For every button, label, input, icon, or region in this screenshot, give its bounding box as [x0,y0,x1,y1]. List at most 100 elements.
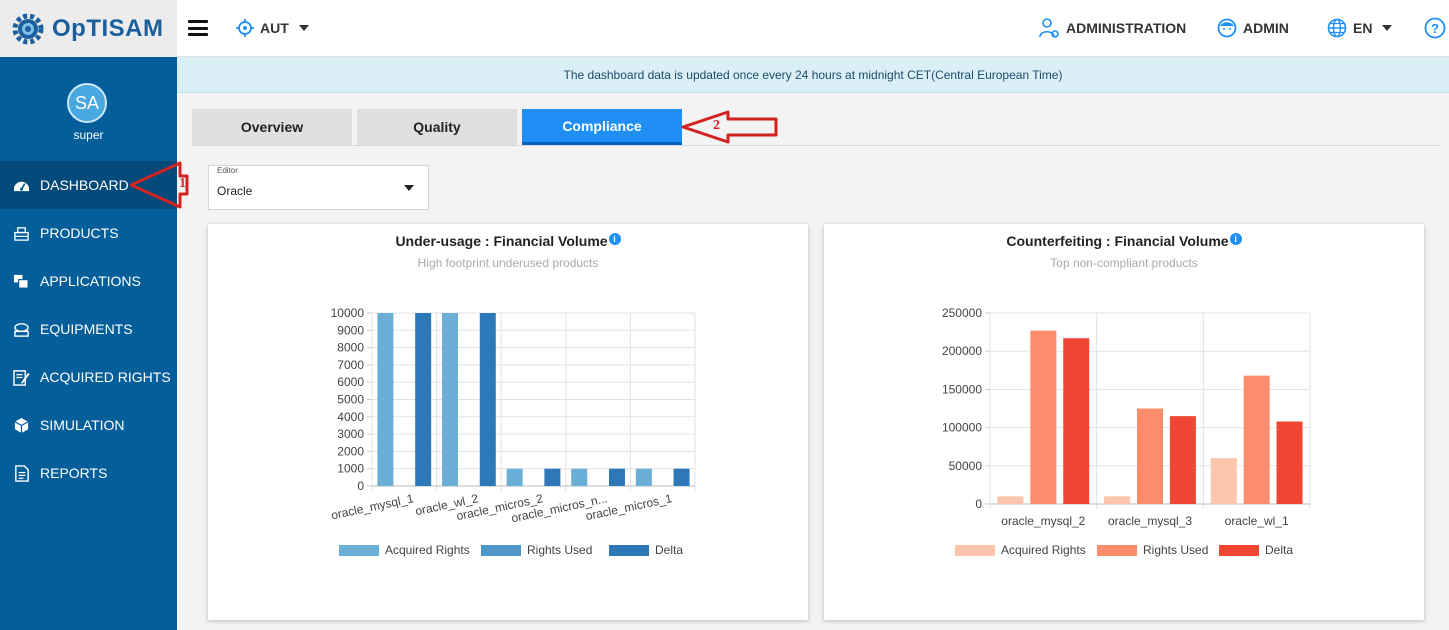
dashboard-tabs: Overview Quality Compliance [192,109,687,145]
administration-label: ADMINISTRATION [1066,20,1187,36]
y-tick-label: 250000 [942,306,982,320]
y-tick-label: 200000 [942,344,982,358]
legend-label: Rights Used [527,543,592,557]
legend-label: Acquired Rights [1001,543,1086,557]
bar [571,468,588,486]
bar [1030,330,1057,504]
language-label: EN [1353,20,1373,36]
counterfeiting-card: Counterfeiting : Financial Volume i Top n… [824,224,1424,620]
sidebar-item-reports[interactable]: REPORTS [0,449,177,497]
sidebar-item-acquired-rights[interactable]: ACQUIRED RIGHTS [0,353,177,401]
y-tick-label: 5000 [337,393,364,407]
editor-value: Oracle [217,184,253,198]
tab-overview[interactable]: Overview [192,109,352,145]
avatar[interactable]: SA [67,83,107,123]
sidebar-item-label: PRODUCTS [40,225,119,241]
reports-icon [13,464,30,482]
user-settings-icon [1039,18,1059,38]
sidebar: SA super DASHBOARD PRODUCTS APPLICATIONS… [0,57,177,630]
bar [1063,338,1090,504]
sidebar-item-label: APPLICATIONS [40,273,141,289]
bar [377,313,394,486]
sidebar-item-label: ACQUIRED RIGHTS [40,369,171,385]
annotation-number-2: 2 [713,118,720,133]
globe-icon [1327,18,1347,38]
bar [479,313,496,486]
menu-toggle-icon[interactable] [188,20,208,36]
y-tick-label: 0 [357,479,364,493]
language-selector[interactable]: EN [1327,16,1393,40]
legend-label: Delta [655,543,683,557]
bar [1104,496,1131,504]
y-tick-label: 6000 [337,375,364,389]
chevron-down-icon [404,185,414,191]
y-tick-label: 1000 [337,462,364,476]
y-tick-label: 100000 [942,421,982,435]
sidebar-item-label: SIMULATION [40,417,125,433]
counterfeiting-chart: 0 50000 100000 150000 200000 250000 oracle_mys… [942,306,1311,557]
chevron-down-icon [298,25,309,31]
sidebar-item-label: REPORTS [40,465,108,481]
annotation-arrow-2 [681,110,778,144]
user-face-icon [1217,18,1237,38]
editor-select[interactable]: Editor Oracle [208,165,429,210]
tab-quality[interactable]: Quality [357,109,517,145]
help-icon: ? [1424,17,1446,39]
equipments-icon [13,321,30,338]
info-banner: The dashboard data is updated once every… [177,57,1449,93]
bar [544,468,561,486]
bar [1210,458,1237,504]
tab-compliance[interactable]: Compliance [522,109,682,145]
y-tick-label: 9000 [337,323,364,337]
y-tick-label: 50000 [949,459,983,473]
under-usage-chart: 0 1000 2000 3000 4000 5000 6000 7000 8000 9000 100… [330,306,696,557]
scope-selector[interactable]: AUT [236,16,309,40]
legend-swatch [339,545,379,556]
under-usage-card: Under-usage : Financial Volume i High foo… [208,224,808,620]
legend-swatch [481,545,521,556]
y-tick-label: 150000 [942,382,982,396]
y-tick-label: 10000 [331,306,365,320]
y-tick-label: 3000 [337,427,364,441]
legend-label: Delta [1265,543,1293,557]
bar [506,468,523,486]
legend-swatch [955,545,995,556]
gear-logo-icon [12,13,44,44]
x-tick-label: oracle_mysql_3 [1108,514,1192,528]
legend-swatch [609,545,649,556]
help-button[interactable]: ? [1424,16,1446,40]
scope-label: AUT [260,20,289,36]
y-tick-label: 8000 [337,341,364,355]
sidebar-item-products[interactable]: PRODUCTS [0,209,177,257]
editor-label: Editor [217,166,238,175]
sidebar-item-equipments[interactable]: EQUIPMENTS [0,305,177,353]
y-tick-label: 4000 [337,410,364,424]
bar [608,468,625,486]
bar [1169,416,1196,504]
y-tick-label: 0 [975,497,982,511]
sidebar-item-applications[interactable]: APPLICATIONS [0,257,177,305]
x-tick-label: oracle_mysql_2 [1001,514,1085,528]
bar [1137,408,1163,504]
simulation-icon [13,417,30,434]
bar [442,313,459,486]
sidebar-item-simulation[interactable]: SIMULATION [0,401,177,449]
acquired-rights-icon [13,369,30,386]
applications-icon [13,273,30,290]
crosshair-icon [236,19,254,37]
help-glyph: ? [1431,21,1439,36]
logo[interactable]: OpTISAM [0,0,177,57]
bar [673,468,690,486]
administration-menu[interactable]: ADMINISTRATION [1038,16,1186,40]
legend-swatch [1097,545,1137,556]
sidebar-item-label: DASHBOARD [40,177,129,193]
admin-menu[interactable]: ADMIN [1217,16,1289,40]
y-tick-label: 7000 [337,358,364,372]
bar [635,468,652,486]
tab-divider [192,145,1439,146]
legend-label: Acquired Rights [385,543,470,557]
username: super [73,128,104,142]
chevron-down-icon [1382,25,1393,31]
admin-label: ADMIN [1243,20,1289,36]
x-tick-label: oracle_mysql_1 [330,491,415,522]
